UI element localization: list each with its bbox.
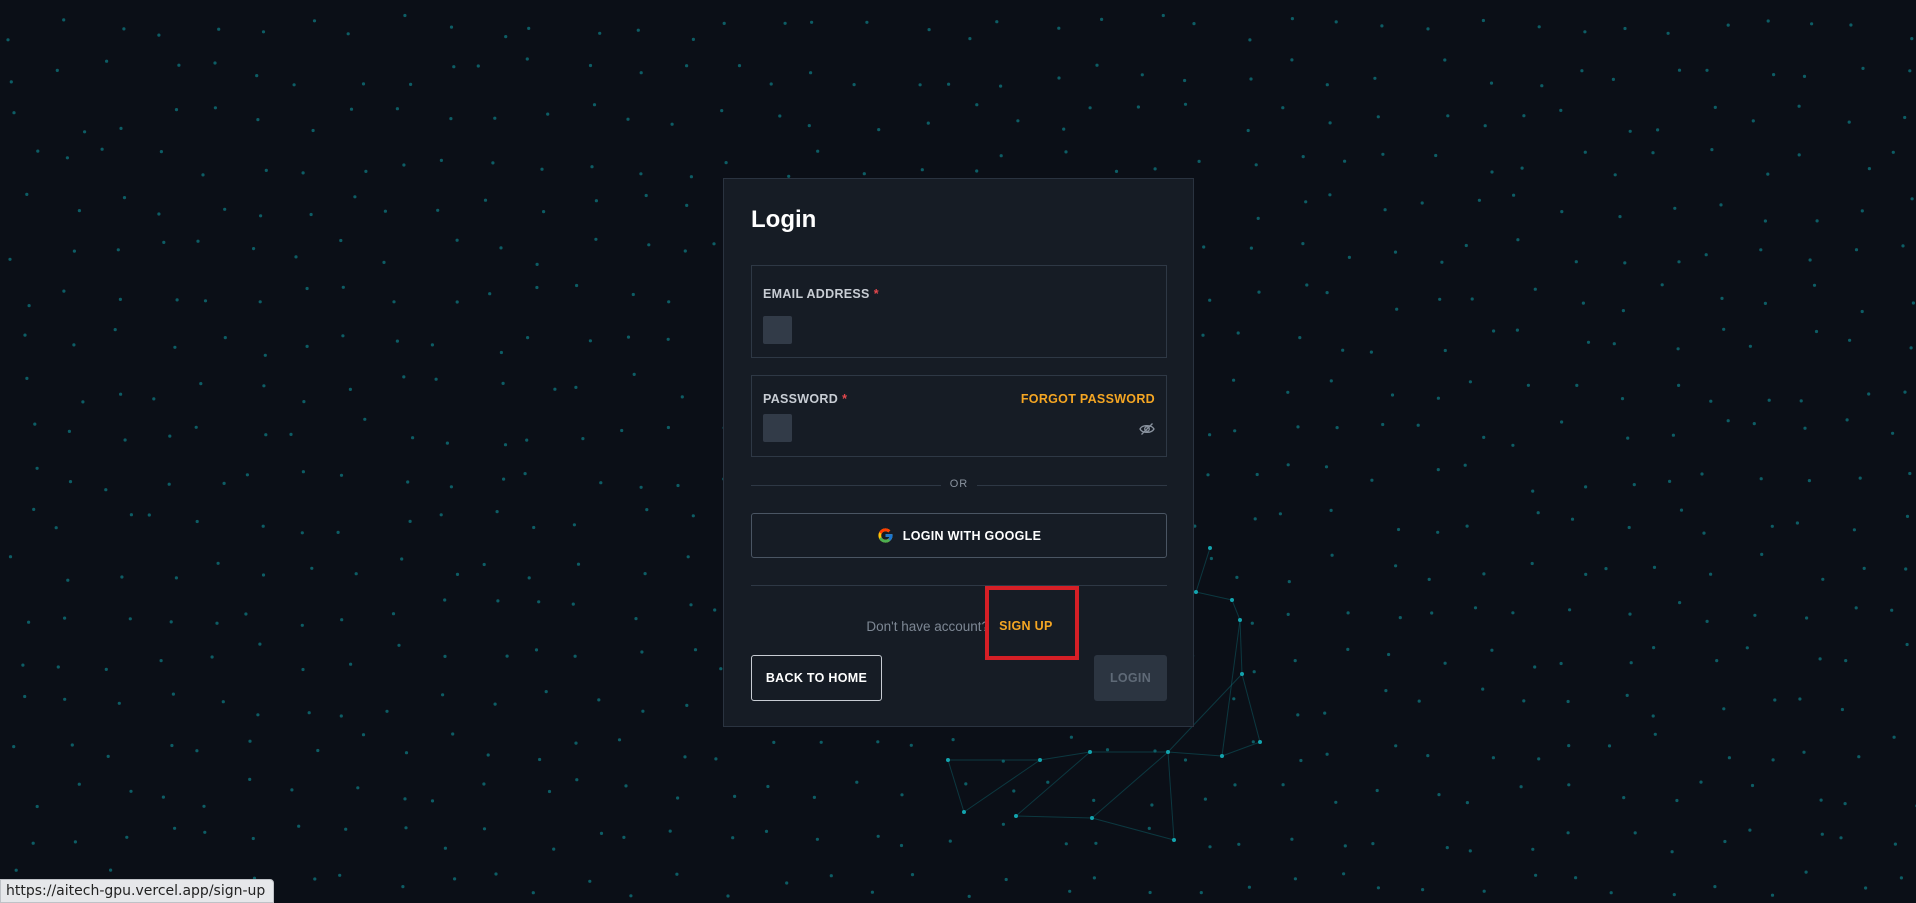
back-to-home-button[interactable]: BACK TO HOME xyxy=(751,655,882,701)
required-asterisk: * xyxy=(842,392,848,406)
or-text: OR xyxy=(949,478,969,490)
page-title: Login xyxy=(751,206,817,233)
email-input[interactable] xyxy=(763,316,1133,344)
divider xyxy=(751,585,1167,586)
login-card: Login EMAIL ADDRESS * PASSWORD * FORGOT PA… xyxy=(723,178,1194,727)
google-icon xyxy=(878,528,893,543)
google-button-label: LOGIN WITH GOOGLE xyxy=(902,528,1042,543)
required-asterisk: * xyxy=(873,287,879,301)
password-input[interactable] xyxy=(763,414,1133,442)
signup-row: Don't have account? SIGN UP xyxy=(724,616,1195,636)
or-divider: OR xyxy=(751,477,1167,493)
signup-highlight-box xyxy=(985,586,1079,660)
email-field-group: EMAIL ADDRESS * xyxy=(751,265,1167,358)
password-label: PASSWORD * xyxy=(763,392,848,406)
login-button[interactable]: LOGIN xyxy=(1094,655,1167,701)
signup-prompt: Don't have account? xyxy=(866,618,990,634)
password-field-group: PASSWORD * FORGOT PASSWORD xyxy=(751,375,1167,457)
email-label: EMAIL ADDRESS * xyxy=(763,287,879,301)
forgot-password-link[interactable]: FORGOT PASSWORD xyxy=(1021,392,1155,406)
login-with-google-button[interactable]: LOGIN WITH GOOGLE xyxy=(751,513,1167,558)
status-bar-url: https://aitech-gpu.vercel.app/sign-up xyxy=(0,879,275,903)
eye-slash-icon[interactable] xyxy=(1139,422,1155,436)
